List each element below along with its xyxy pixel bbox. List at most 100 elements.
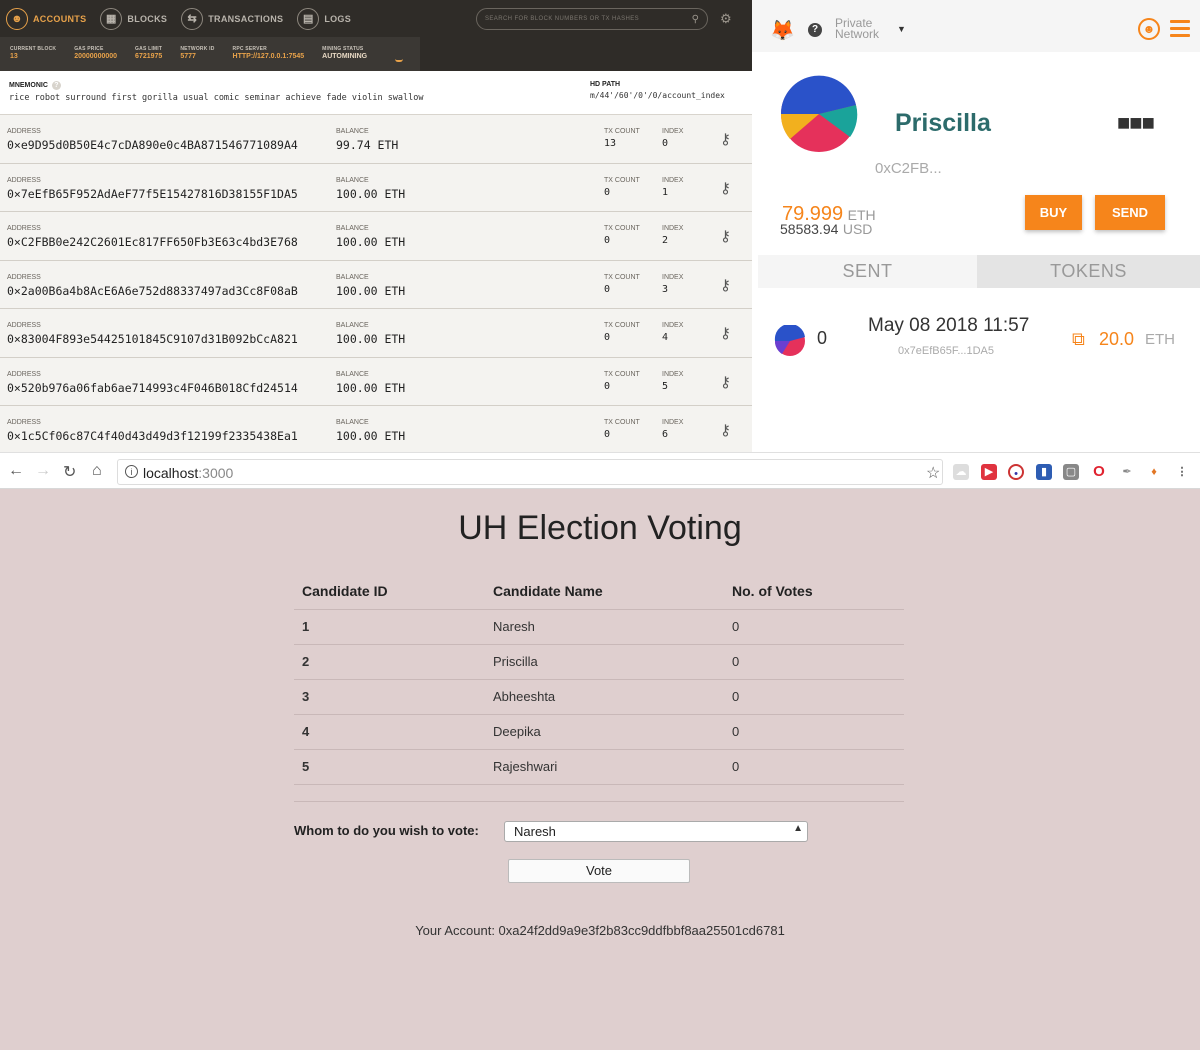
- key-icon[interactable]: ⚷: [720, 373, 731, 391]
- search-icon: ⚲: [691, 13, 699, 25]
- key-icon[interactable]: ⚷: [720, 227, 731, 245]
- candidate-select[interactable]: Naresh ▲: [504, 821, 808, 842]
- account-address: 0×7eEfB65F952AdAeF77f5E15427816D38155F1D…: [7, 186, 298, 201]
- network-label-line2: Network: [835, 27, 880, 41]
- page-title: UH Election Voting: [458, 509, 742, 547]
- account-address: 0×e9D95d0B50E4c7cDA890e0c4BA871546771089…: [7, 138, 298, 152]
- selected-candidate: Naresh: [514, 824, 556, 839]
- back-arrow-icon[interactable]: ←: [8, 462, 24, 480]
- index-label: INDEX: [662, 176, 684, 184]
- tab-sent[interactable]: SENT: [758, 255, 977, 288]
- key-icon[interactable]: ⚷: [720, 276, 731, 294]
- tab-accounts[interactable]: ☻ ACCOUNTS: [6, 0, 86, 37]
- account-tx-count: 0: [604, 332, 611, 343]
- account-row: ADDRESS 0×83004F893e54425101845C9107d31B0…: [0, 309, 752, 358]
- index-label: INDEX: [662, 370, 684, 378]
- key-icon[interactable]: ⚷: [720, 324, 731, 342]
- account-index: 2: [662, 235, 669, 246]
- hamburger-menu-icon[interactable]: [1170, 20, 1190, 41]
- table-row: 5 Rajeshwari 0: [294, 749, 904, 785]
- account-balance: 100.00 ETH: [336, 283, 406, 298]
- key-icon[interactable]: ⚷: [720, 179, 731, 197]
- url-text: localhost:3000: [143, 465, 233, 481]
- balance-label: BALANCE: [336, 419, 369, 426]
- account-row: ADDRESS 0×C2FBB0e242C2601Ec817FF650Fb3E63…: [0, 212, 752, 261]
- network-selector[interactable]: Private Network: [835, 17, 880, 41]
- circle-ext-icon[interactable]: •: [1008, 464, 1024, 480]
- caret-down-icon[interactable]: ▼: [897, 24, 906, 34]
- tab-blocks[interactable]: ▦ BLOCKS: [100, 0, 167, 37]
- gear-icon[interactable]: ⚙: [720, 11, 732, 27]
- home-icon[interactable]: ⌂: [92, 462, 102, 480]
- tab-logs[interactable]: ▤ LOGS: [297, 0, 351, 37]
- account-tx-count: 0: [604, 283, 611, 295]
- mnemonic-section: MNEMONIC ? rice robot surround first gor…: [0, 71, 752, 115]
- index-label: INDEX: [662, 273, 684, 281]
- account-row: ADDRESS 0×1c5Cf06c87C4f40d43d49d3f12199f2…: [0, 406, 752, 452]
- key-icon[interactable]: ⚷: [720, 130, 731, 148]
- balance-label: BALANCE: [336, 128, 369, 135]
- send-button[interactable]: SEND: [1095, 195, 1165, 230]
- account-address: 0×1c5Cf06c87C4f40d43d49d3f12199f2335438E…: [7, 429, 298, 443]
- address-label: ADDRESS: [7, 370, 41, 378]
- column-header: No. of Votes: [724, 574, 904, 610]
- bookmark-ext-icon[interactable]: ▮: [1036, 464, 1052, 480]
- more-vert-icon[interactable]: ⋮: [1174, 464, 1190, 480]
- forward-arrow-icon[interactable]: →: [35, 462, 51, 480]
- index-label: INDEX: [662, 128, 684, 135]
- account-name: Priscilla: [895, 109, 991, 137]
- more-options-icon[interactable]: ■■■: [1117, 110, 1155, 136]
- account-row: ADDRESS 0×520b976a06fab6ae714993c4F046B01…: [0, 357, 752, 406]
- account-tx-count: 13: [604, 138, 617, 149]
- help-icon[interactable]: ?: [51, 81, 61, 90]
- status-network-id: NETWORK ID 5777: [180, 46, 214, 60]
- vote-button[interactable]: Vote: [508, 859, 690, 883]
- tab-tokens[interactable]: TOKENS: [977, 255, 1200, 288]
- copy-icon[interactable]: ⧉: [1072, 329, 1085, 350]
- media-icon[interactable]: ▶: [981, 464, 997, 480]
- square-ext-icon[interactable]: ▢: [1063, 464, 1079, 480]
- account-row: ADDRESS 0×7eEfB65F952AdAeF77f5E15427816D3…: [0, 163, 752, 212]
- status-label: GAS LIMIT: [135, 46, 163, 52]
- metamask-popup: 🦊 ? Private Network ▼ ☻ Priscilla ■■■ 0x…: [752, 0, 1200, 452]
- account-identicon: [780, 75, 858, 152]
- buy-button[interactable]: BUY: [1025, 195, 1082, 230]
- status-value: 6721975: [135, 53, 163, 60]
- cloud-icon[interactable]: ☁: [953, 464, 969, 480]
- tab-label: LOGS: [324, 13, 352, 24]
- key-icon[interactable]: ⚷: [720, 421, 731, 439]
- address-bar[interactable]: i localhost:3000 ☆: [117, 459, 943, 485]
- tx-unit: ETH: [1145, 331, 1175, 348]
- account-switch-icon[interactable]: ☻: [1138, 18, 1160, 40]
- accounts-list: ADDRESS 0×e9D95d0B50E4c7cDA890e0c4BA87154…: [0, 115, 752, 452]
- reload-icon[interactable]: ↻: [63, 462, 76, 482]
- browser-window: ← → ↻ ⌂ i localhost:3000 ☆ ☁ ▶ • ▮ ▢ O ✒…: [0, 452, 1200, 1050]
- table-row: 4 Deepika 0: [294, 714, 904, 750]
- account-address: 0×C2FBB0e242C2601Ec817FF650Fb3E63c4bd3E7…: [7, 235, 298, 249]
- status-value: 5777: [180, 53, 196, 60]
- tx-count-label: TX COUNT: [604, 370, 640, 378]
- status-label: MINING STATUS: [322, 46, 364, 52]
- candidate-name: Rajeshwari: [485, 749, 724, 785]
- account-address[interactable]: 0xC2FB...: [875, 160, 942, 177]
- metamask-fox-icon[interactable]: ♦: [1146, 464, 1162, 480]
- address-label: ADDRESS: [7, 322, 41, 329]
- info-icon[interactable]: i: [125, 465, 138, 478]
- help-icon[interactable]: ?: [808, 23, 822, 37]
- tx-amount: 20.0: [1099, 329, 1135, 349]
- metamask-header: 🦊 ? Private Network ▼ ☻: [752, 0, 1200, 52]
- balance-label: BALANCE: [336, 225, 369, 232]
- tx-count-label: TX COUNT: [604, 128, 640, 135]
- account-index: 6: [662, 429, 669, 440]
- browser-toolbar: ← → ↻ ⌂ i localhost:3000 ☆ ☁ ▶ • ▮ ▢ O ✒…: [0, 452, 1200, 489]
- hd-path-label: HD PATH: [590, 81, 621, 88]
- search-input[interactable]: SEARCH FOR BLOCK NUMBERS OR TX HASHES ⚲: [476, 8, 708, 30]
- opera-icon[interactable]: O: [1091, 464, 1107, 480]
- status-value: 13: [10, 53, 18, 60]
- bookmark-star-icon[interactable]: ☆: [926, 463, 940, 483]
- tab-transactions[interactable]: ⇆ TRANSACTIONS: [181, 0, 283, 37]
- eyedropper-icon[interactable]: ✒: [1119, 464, 1135, 480]
- tx-nonce: 0: [817, 328, 828, 348]
- address-label: ADDRESS: [7, 419, 41, 426]
- tab-label: BLOCKS: [127, 13, 168, 24]
